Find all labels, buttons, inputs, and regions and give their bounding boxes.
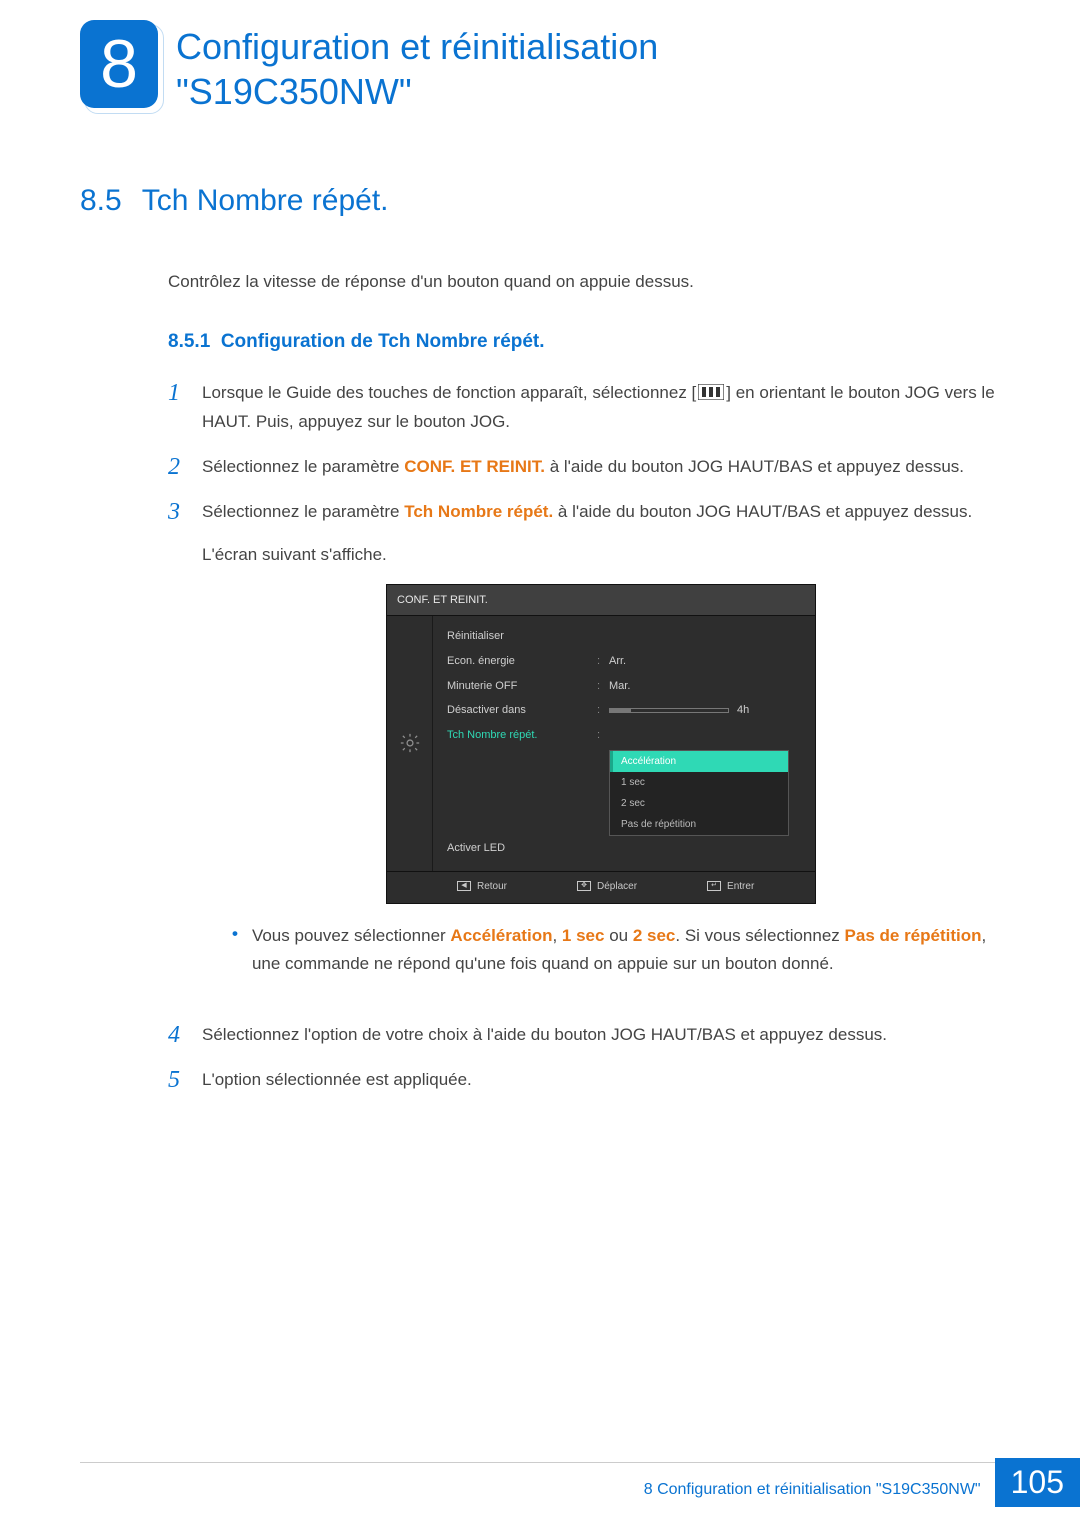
- step-body: Lorsque le Guide des touches de fonction…: [202, 379, 1000, 437]
- step-subtext: L'écran suivant s'affiche.: [202, 541, 1000, 570]
- osd-row-econ: Econ. énergie : Arr.: [433, 649, 815, 674]
- osd-row-minuterie: Minuterie OFF : Mar.: [433, 674, 815, 699]
- osd-footer-deplacer: ✥Déplacer: [577, 878, 637, 895]
- subsection-number: 8.5.1: [168, 331, 210, 352]
- osd-option-no-repeat: Pas de répétition: [610, 814, 788, 835]
- osd-row-tch: Tch Nombre répét. :: [433, 723, 815, 748]
- osd-title: CONF. ET REINIT.: [387, 585, 815, 617]
- osd-option-1sec: 1 sec: [610, 772, 788, 793]
- menu-icon: [696, 379, 726, 408]
- osd-footer-entrer: ↵Entrer: [707, 878, 754, 895]
- section-title: Tch Nombre répét.: [142, 184, 389, 217]
- osd-row-desactiver: Désactiver dans : 4h: [433, 698, 815, 723]
- steps-list: 1 Lorsque le Guide des touches de foncti…: [168, 379, 1000, 1095]
- chapter-header: 8 Configuration et réinitialisation "S19…: [80, 20, 1000, 114]
- step-4: 4 Sélectionnez l'option de votre choix à…: [168, 1021, 1000, 1050]
- back-icon: ◀: [457, 881, 471, 891]
- move-icon: ✥: [577, 881, 591, 891]
- section-heading: 8.5 Tch Nombre répét.: [80, 184, 1000, 218]
- step-number: 5: [168, 1066, 188, 1095]
- highlight-conf-reinit: CONF. ET REINIT.: [404, 457, 545, 476]
- footer-text: 8 Configuration et réinitialisation "S19…: [644, 1467, 995, 1499]
- step-number: 4: [168, 1021, 188, 1050]
- section-intro: Contrôlez la vitesse de réponse d'un bou…: [168, 268, 1000, 295]
- step-body: Sélectionnez l'option de votre choix à l…: [202, 1021, 1000, 1050]
- footer-page-number: 105: [995, 1458, 1080, 1507]
- osd-gear-icon: [387, 616, 433, 870]
- osd-option-acceleration: Accélération: [610, 751, 788, 772]
- step-body: Sélectionnez le paramètre CONF. ET REINI…: [202, 453, 1000, 482]
- chapter-title-line1: Configuration et réinitialisation: [176, 26, 658, 67]
- bullet-icon: •: [232, 922, 238, 980]
- chapter-number-badge: 8: [80, 20, 158, 108]
- osd-panel: CONF. ET REINIT. Réinitialiser: [386, 584, 816, 904]
- footer-bar: 8 Configuration et réinitialisation "S19…: [0, 1458, 1080, 1507]
- highlight-tch-nombre: Tch Nombre répét.: [404, 502, 553, 521]
- osd-dropdown: Accélération 1 sec 2 sec Pas de répétiti…: [609, 750, 789, 836]
- osd-footer-retour: ◀Retour: [457, 878, 507, 895]
- step-5: 5 L'option sélectionnée est appliquée.: [168, 1066, 1000, 1095]
- bullet-text: Vous pouvez sélectionner Accélération, 1…: [252, 922, 1000, 980]
- step-body: L'option sélectionnée est appliquée.: [202, 1066, 1000, 1095]
- step-2: 2 Sélectionnez le paramètre CONF. ET REI…: [168, 453, 1000, 482]
- step-number: 2: [168, 453, 188, 482]
- osd-option-2sec: 2 sec: [610, 793, 788, 814]
- section-number: 8.5: [80, 184, 122, 217]
- subsection-heading: 8.5.1 Configuration de Tch Nombre répét.: [168, 331, 1000, 353]
- bullet-note: • Vous pouvez sélectionner Accélération,…: [232, 922, 1000, 980]
- subsection-title: Configuration de Tch Nombre répét.: [221, 331, 545, 352]
- osd-row-reinit: Réinitialiser: [433, 624, 815, 649]
- step-body: Sélectionnez le paramètre Tch Nombre rép…: [202, 498, 1000, 1005]
- enter-icon: ↵: [707, 881, 721, 891]
- step-1: 1 Lorsque le Guide des touches de foncti…: [168, 379, 1000, 437]
- osd-slider: [609, 708, 729, 713]
- osd-rows: Réinitialiser Econ. énergie : Arr. Minut…: [433, 616, 815, 870]
- step-number: 1: [168, 379, 188, 437]
- step-number: 3: [168, 498, 188, 1005]
- chapter-title: Configuration et réinitialisation "S19C3…: [176, 20, 658, 114]
- step-3: 3 Sélectionnez le paramètre Tch Nombre r…: [168, 498, 1000, 1005]
- osd-row-led: Activer LED: [433, 836, 815, 861]
- osd-footer: ◀Retour ✥Déplacer ↵Entrer: [387, 871, 815, 903]
- chapter-title-line2: "S19C350NW": [176, 71, 412, 112]
